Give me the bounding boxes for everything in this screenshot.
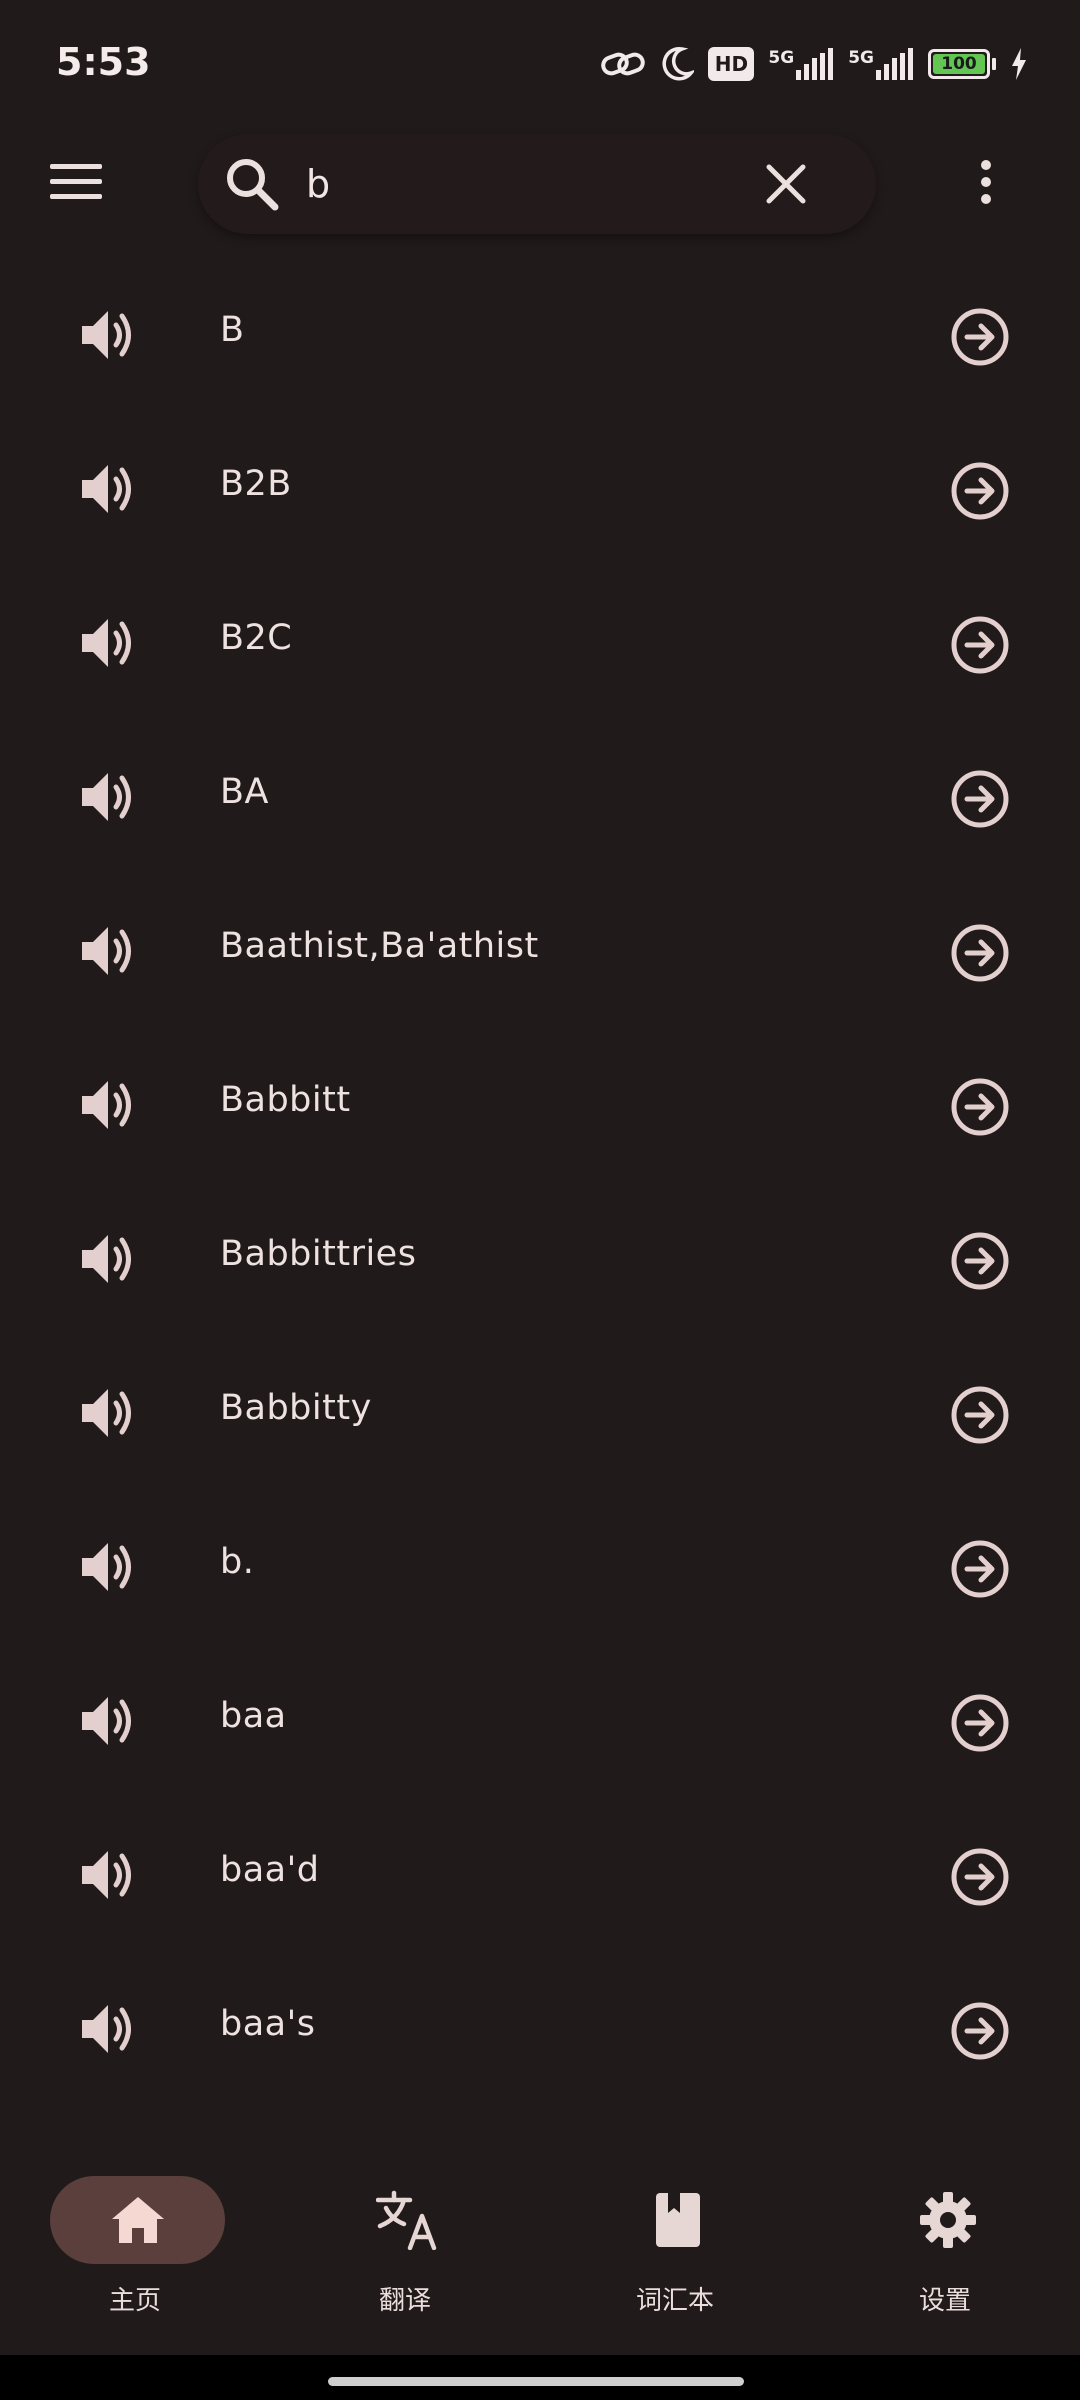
status-time: 5:53	[56, 40, 151, 84]
signal-5g-icon: 5G	[768, 48, 834, 80]
speaker-icon[interactable]	[74, 765, 144, 829]
speaker-icon[interactable]	[74, 1997, 144, 2061]
nav-label-vocabulary: 词汇本	[635, 2286, 714, 2316]
arrow-circle-right-icon[interactable]	[948, 1537, 1012, 1601]
word-label: Babbitt	[220, 1080, 351, 1120]
search-bar[interactable]	[198, 134, 876, 234]
hd-voice-icon: HD	[708, 47, 755, 81]
nav-icon-container	[320, 2176, 495, 2264]
arrow-circle-right-icon[interactable]	[948, 1075, 1012, 1139]
word-list-item[interactable]: baa	[0, 1644, 1080, 1798]
home-icon	[111, 2197, 164, 2243]
word-label: Babbitty	[220, 1388, 372, 1428]
nav-item-settings[interactable]: 设置	[835, 2176, 1055, 2336]
search-input[interactable]	[306, 156, 736, 212]
word-label: BA	[220, 772, 269, 812]
speaker-icon[interactable]	[74, 303, 144, 367]
word-list: B B2B B2C BA Baathist,Ba'athist Babbitt Babbit…	[0, 258, 1080, 2106]
arrow-circle-right-icon[interactable]	[948, 1383, 1012, 1447]
arrow-circle-right-icon[interactable]	[948, 921, 1012, 985]
arrow-circle-right-icon[interactable]	[948, 1229, 1012, 1293]
nav-item-home[interactable]: 主页	[25, 2176, 245, 2336]
more-options-button[interactable]	[950, 146, 1022, 218]
gesture-handle[interactable]	[328, 2377, 744, 2386]
battery-level: 100	[933, 54, 985, 74]
top-app-bar	[0, 120, 1080, 240]
nav-label-home: 主页	[108, 2286, 161, 2316]
word-list-item[interactable]: Babbitt	[0, 1028, 1080, 1182]
word-list-item[interactable]: B2C	[0, 566, 1080, 720]
word-label: b.	[220, 1542, 255, 1582]
status-bar: 5:53 HD 5G 5G 100	[0, 0, 1080, 120]
word-label: B2C	[220, 618, 293, 658]
moon-icon	[660, 46, 695, 82]
word-label: baa's	[220, 2004, 316, 2044]
arrow-circle-right-icon[interactable]	[948, 1845, 1012, 1909]
speaker-icon[interactable]	[74, 1227, 144, 1291]
network-type-label: 5G	[848, 48, 874, 68]
charging-icon	[1010, 48, 1028, 80]
word-label: Babbittries	[220, 1234, 417, 1274]
status-icons: HD 5G 5G 100	[600, 42, 1028, 86]
clear-search-button[interactable]	[754, 152, 818, 216]
word-list-item[interactable]: b.	[0, 1490, 1080, 1644]
arrow-circle-right-icon[interactable]	[948, 459, 1012, 523]
network-type-label: 5G	[768, 48, 795, 68]
nav-item-vocabulary[interactable]: 词汇本	[565, 2176, 785, 2336]
arrow-circle-right-icon[interactable]	[948, 1691, 1012, 1755]
word-list-item[interactable]: B2B	[0, 412, 1080, 566]
speaker-icon[interactable]	[74, 457, 144, 521]
word-label: Baathist,Ba'athist	[220, 926, 539, 966]
speaker-icon[interactable]	[74, 611, 144, 675]
nav-icon-container	[590, 2176, 765, 2264]
speaker-icon[interactable]	[74, 1073, 144, 1137]
nav-label-settings: 设置	[918, 2286, 971, 2316]
word-label: baa'd	[220, 1850, 320, 1890]
word-list-item[interactable]: B	[0, 258, 1080, 412]
battery-icon: 100	[928, 49, 996, 79]
word-list-item[interactable]: baa'd	[0, 1798, 1080, 1952]
nav-icon-container	[860, 2176, 1035, 2264]
arrow-circle-right-icon[interactable]	[948, 305, 1012, 369]
translate-icon	[375, 2190, 436, 2250]
gesture-navigation-area	[0, 2355, 1080, 2400]
speaker-icon[interactable]	[74, 1381, 144, 1445]
speaker-icon[interactable]	[74, 919, 144, 983]
bookmark-book-icon	[655, 2193, 700, 2247]
close-icon	[766, 164, 806, 204]
word-list-item[interactable]: Baathist,Ba'athist	[0, 874, 1080, 1028]
hd-label: HD	[714, 52, 749, 76]
nav-item-translate[interactable]: 翻译	[295, 2176, 515, 2336]
more-vert-icon	[981, 160, 991, 204]
word-list-item[interactable]: Babbitty	[0, 1336, 1080, 1490]
word-label: B	[220, 310, 245, 350]
word-list-item[interactable]: BA	[0, 720, 1080, 874]
arrow-circle-right-icon[interactable]	[948, 1999, 1012, 2063]
signal-5g-icon: 5G	[848, 48, 914, 80]
bottom-navigation: 主页 翻译 词汇本 设置	[0, 2150, 1080, 2355]
search-icon	[220, 152, 284, 216]
speaker-icon[interactable]	[74, 1689, 144, 1753]
nav-active-indicator	[50, 2176, 225, 2264]
speaker-icon[interactable]	[74, 1535, 144, 1599]
menu-icon	[50, 164, 102, 199]
arrow-circle-right-icon[interactable]	[948, 767, 1012, 831]
word-list-item[interactable]: Babbittries	[0, 1182, 1080, 1336]
word-list-item[interactable]: baa's	[0, 1952, 1080, 2106]
settings-icon	[919, 2192, 976, 2248]
menu-button[interactable]	[40, 146, 112, 218]
arrow-circle-right-icon[interactable]	[948, 613, 1012, 677]
word-label: B2B	[220, 464, 292, 504]
speaker-icon[interactable]	[74, 1843, 144, 1907]
nav-label-translate: 翻译	[378, 2286, 431, 2316]
word-label: baa	[220, 1696, 287, 1736]
link-icon	[600, 49, 646, 79]
